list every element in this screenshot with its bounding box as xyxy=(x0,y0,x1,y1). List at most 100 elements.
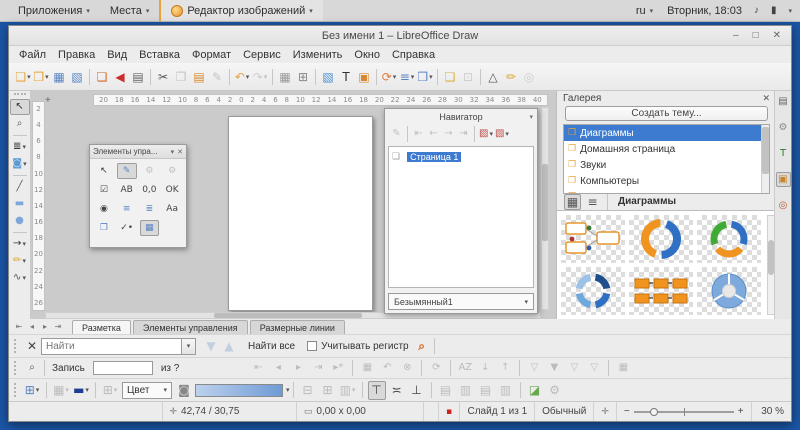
new-theme-button[interactable]: Создать тему... xyxy=(565,106,768,121)
align-bottom-button[interactable]: ⊥ xyxy=(408,381,426,400)
dropdown-arrow-icon[interactable]: ▾ xyxy=(23,160,27,168)
navigator-document-select[interactable]: Безымянный1 ▾ xyxy=(388,293,534,310)
close-icon[interactable]: ✕ xyxy=(762,93,770,104)
menu-modify[interactable]: Изменить xyxy=(287,47,349,62)
find-and-replace-button[interactable]: ⌕ xyxy=(413,337,431,356)
nav-dragmode-button[interactable]: ▨▾ xyxy=(478,126,494,142)
sidebar-tab-gallery[interactable]: ▣ xyxy=(776,172,791,187)
detail-view-button[interactable]: ≡ xyxy=(584,194,601,210)
dropdown-arrow-icon[interactable]: ▾ xyxy=(22,240,26,248)
edit-points-button[interactable]: △ xyxy=(484,67,502,86)
sidebar-settings-button[interactable]: ▤ xyxy=(776,94,791,109)
gallery-item-flow-diagram[interactable] xyxy=(561,215,625,263)
align-top-button[interactable]: ⊤ xyxy=(368,381,386,400)
view-mode-indicator[interactable]: Обычный xyxy=(534,402,593,421)
align-center-button[interactable]: ≍ xyxy=(388,381,406,400)
export-pdf-button[interactable]: ◀ xyxy=(111,67,129,86)
tab-controls[interactable]: Элементы управления xyxy=(133,320,248,334)
clock[interactable]: Вторник, 18:03 xyxy=(667,5,742,17)
fill-color-tool[interactable]: ◙▾ xyxy=(10,156,30,172)
fc-label-field[interactable]: Аа xyxy=(162,201,182,217)
dropdown-arrow-icon[interactable]: ▾ xyxy=(27,73,31,81)
area-style-select[interactable]: Цвет ▾ xyxy=(122,382,172,399)
zoom-tool[interactable]: ⌕ xyxy=(10,116,30,132)
dropdown-arrow-icon[interactable]: ▾ xyxy=(393,73,397,81)
menu-help[interactable]: Справка xyxy=(386,47,441,62)
match-case-label[interactable]: Учитывать регистр xyxy=(321,341,413,352)
select-tool[interactable]: ↖ xyxy=(10,99,30,115)
cut-button[interactable]: ✂ xyxy=(154,67,172,86)
ellipse-tool[interactable]: ● xyxy=(10,213,30,229)
new-document-button[interactable]: ❏▾ xyxy=(14,67,32,86)
places-menu[interactable]: Места ▾ xyxy=(100,0,159,21)
dropdown-arrow-icon[interactable]: ▾ xyxy=(36,386,40,394)
export-button[interactable]: ❏ xyxy=(93,67,111,86)
rectangle-tool[interactable]: ▬ xyxy=(10,196,30,212)
border-color-button[interactable]: ▬▾ xyxy=(72,381,90,400)
display-grid-button[interactable]: ▦ xyxy=(276,67,294,86)
tab-layout[interactable]: Разметка xyxy=(72,320,131,334)
match-case-checkbox[interactable] xyxy=(307,341,317,351)
line-style-tool[interactable]: ≣▾ xyxy=(10,139,30,155)
scrollbar-thumb[interactable] xyxy=(762,127,769,174)
form-controls-titlebar[interactable]: Элементы упра... ▾ ✕ xyxy=(90,145,186,159)
dropdown-arrow-icon[interactable]: ▾ xyxy=(45,73,49,81)
prev-page-button[interactable]: ◂ xyxy=(26,321,38,333)
connector-tool[interactable]: ∿▾ xyxy=(10,270,30,286)
slide-count-indicator[interactable]: Слайд 1 из 1 xyxy=(459,402,534,421)
helplines-button[interactable]: ⊞ xyxy=(294,67,312,86)
title-bar[interactable]: Без имени 1 – LibreOffice Draw – □ ✕ xyxy=(9,26,791,46)
toolbar-grip[interactable] xyxy=(14,383,18,397)
fc-wizard-toggle[interactable]: ✓• xyxy=(117,220,137,236)
zoom-slider[interactable] xyxy=(634,406,734,418)
save-as-button[interactable]: ▧ xyxy=(68,67,86,86)
chevron-down-icon[interactable]: ▾ xyxy=(171,148,175,156)
dropdown-arrow-icon[interactable]: ▾ xyxy=(489,130,493,138)
dropdown-arrow-icon[interactable]: ▾ xyxy=(22,143,26,151)
fc-form-design[interactable]: ▦ xyxy=(140,220,160,236)
curve-tool[interactable]: ✏▾ xyxy=(10,253,30,269)
fc-more-controls[interactable]: ❐ xyxy=(94,220,114,236)
zoom-out-button[interactable]: − xyxy=(624,406,630,417)
fc-select[interactable]: ↖ xyxy=(94,163,114,179)
active-app-menu[interactable]: Редактор изображений ▾ xyxy=(159,0,322,21)
insert-image-button[interactable]: ▧ xyxy=(319,67,337,86)
horizontal-ruler[interactable]: 2018161412108642024681012141618202224262… xyxy=(93,94,548,106)
gallery-folder-people[interactable]: ❒Люди xyxy=(564,189,769,194)
fc-formatted-field[interactable]: 0,0 xyxy=(140,182,160,198)
shadow-button[interactable]: ❏ xyxy=(441,67,459,86)
tab-dimension-lines[interactable]: Размерные линии xyxy=(250,320,345,334)
gallery-item-cycle-two-arrows[interactable] xyxy=(629,215,693,263)
record-number-input[interactable] xyxy=(93,361,153,375)
document-modified-indicator[interactable]: ▪ xyxy=(438,402,460,421)
maximize-button[interactable]: □ xyxy=(753,30,759,41)
fill-color-preview[interactable] xyxy=(195,384,283,397)
dropdown-arrow-icon[interactable]: ▾ xyxy=(429,73,433,81)
find-record-button[interactable]: ⌕ xyxy=(23,359,41,378)
menu-window[interactable]: Окно xyxy=(348,47,386,62)
menu-format[interactable]: Формат xyxy=(186,47,237,62)
edit-mode-button[interactable]: ✏ xyxy=(502,67,520,86)
arrange-button[interactable]: ❒▾ xyxy=(416,67,434,86)
applications-menu[interactable]: Приложения ▾ xyxy=(8,0,100,21)
dropdown-arrow-icon[interactable]: ▾ xyxy=(411,73,415,81)
table-design-button[interactable]: ◪ xyxy=(526,381,544,400)
save-button[interactable]: ▦ xyxy=(50,67,68,86)
search-input[interactable] xyxy=(41,338,181,355)
menu-tools[interactable]: Сервис xyxy=(237,47,287,62)
zoom-in-button[interactable]: + xyxy=(738,406,744,417)
scrollbar-thumb[interactable] xyxy=(214,313,362,318)
navigator-page-row[interactable]: ❏ Страница 1 xyxy=(392,150,530,164)
navigator-titlebar[interactable]: Навигатор ▾ xyxy=(385,109,537,124)
dropdown-arrow-icon[interactable]: ▾ xyxy=(85,386,89,394)
dropdown-arrow-icon[interactable]: ▾ xyxy=(22,274,26,282)
dropdown-arrow-icon[interactable]: ▾ xyxy=(264,73,268,81)
align-button[interactable]: ≡▾ xyxy=(398,67,416,86)
chevron-down-icon[interactable]: ▾ xyxy=(529,113,533,121)
menu-view[interactable]: Вид xyxy=(101,47,133,62)
fc-push-button[interactable]: OK xyxy=(162,182,182,198)
gallery-item-donut-chart[interactable] xyxy=(697,267,761,315)
fc-list-box[interactable]: ≡ xyxy=(117,201,137,217)
find-all-button[interactable]: Найти все xyxy=(244,341,299,352)
gallery-item-process-blocks[interactable] xyxy=(629,267,693,315)
